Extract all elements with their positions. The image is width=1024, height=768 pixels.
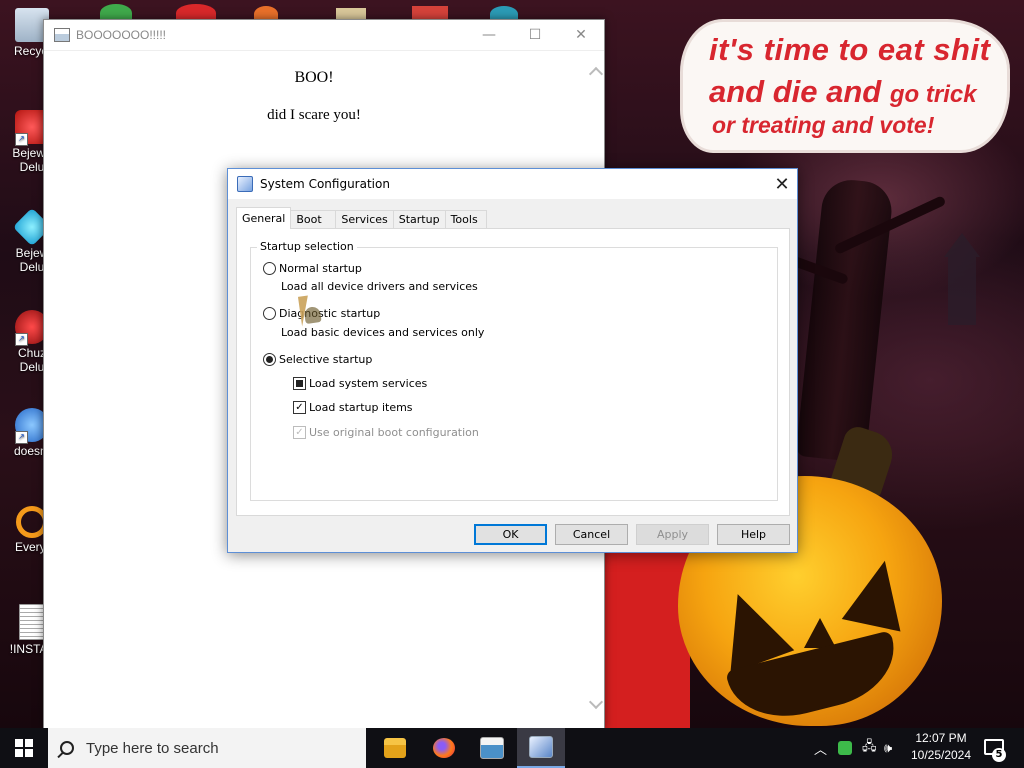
group-label: Startup selection bbox=[257, 240, 357, 253]
tab-startup[interactable]: Startup bbox=[392, 210, 446, 230]
taskbar-clock[interactable]: 12:07 PM 10/25/2024 bbox=[906, 730, 976, 764]
checkbox-disabled[interactable]: ✓ bbox=[293, 426, 306, 439]
use-original-boot-config-checkbox[interactable]: ✓ Use original boot configuration bbox=[293, 426, 479, 439]
html-app-icon bbox=[54, 28, 70, 42]
ok-button[interactable]: OK bbox=[474, 524, 547, 545]
file-explorer-icon bbox=[384, 738, 406, 758]
radio-button-selected[interactable] bbox=[263, 353, 276, 366]
radio-label: Normal startup bbox=[279, 262, 362, 275]
cancel-button[interactable]: Cancel bbox=[555, 524, 628, 545]
checkbox-label: Use original boot configuration bbox=[309, 426, 479, 439]
firefox-icon bbox=[433, 738, 455, 758]
dialog-close-button[interactable]: ✕ bbox=[767, 169, 797, 199]
notification-count: 5 bbox=[992, 748, 1006, 762]
taskbar-search-box[interactable]: Type here to search bbox=[48, 728, 366, 768]
notification-center-button[interactable]: 5 bbox=[982, 736, 1006, 762]
windows-logo-icon bbox=[15, 739, 33, 757]
dialog-title-bar[interactable]: System Configuration ✕ bbox=[228, 169, 797, 199]
boo-title-bar[interactable]: BOOOOOOO!!!!! — ☐ ✕ bbox=[44, 20, 604, 51]
document-icon bbox=[19, 604, 45, 640]
tab-tools[interactable]: Tools bbox=[444, 210, 487, 230]
shortcut-arrow-icon: ↗ bbox=[15, 431, 28, 444]
checkbox-checked[interactable]: ✓ bbox=[293, 401, 306, 414]
scroll-up-arrow-icon[interactable] bbox=[588, 66, 604, 82]
system-configuration-icon bbox=[529, 736, 553, 758]
system-configuration-dialog[interactable]: System Configuration ✕ General Boot Serv… bbox=[227, 168, 798, 553]
taskbar-firefox[interactable] bbox=[420, 728, 468, 768]
minimize-button[interactable]: — bbox=[466, 20, 512, 50]
notepad-icon bbox=[480, 737, 504, 759]
bubble-line-3: or treating and vote! bbox=[712, 112, 935, 138]
load-startup-items-checkbox[interactable]: ✓ Load startup items bbox=[293, 401, 413, 414]
boo-heading: BOO! bbox=[294, 69, 334, 86]
normal-startup-desc: Load all device drivers and services bbox=[281, 280, 478, 293]
shortcut-arrow-icon: ↗ bbox=[15, 133, 28, 146]
help-button[interactable]: Help bbox=[717, 524, 790, 545]
radio-button[interactable] bbox=[263, 307, 276, 320]
taskbar-file-explorer[interactable] bbox=[371, 728, 419, 768]
checkbox-label: Load system services bbox=[309, 377, 428, 390]
general-tab-panel: Startup selection Normal startup Load al… bbox=[236, 228, 790, 516]
checkbox[interactable] bbox=[293, 377, 306, 390]
boo-window-title: BOOOOOOO!!!!! bbox=[76, 28, 167, 42]
speech-bubble: it's time to eat shit and die and go tri… bbox=[683, 22, 1007, 150]
bubble-line-1: it's time to eat shit bbox=[709, 32, 991, 67]
pumpkin-nose bbox=[804, 618, 836, 648]
clock-time: 12:07 PM bbox=[915, 731, 967, 745]
tray-app-icon[interactable] bbox=[838, 728, 852, 768]
castle-tower bbox=[944, 233, 980, 325]
show-hidden-icons-button[interactable]: ︿ bbox=[814, 728, 827, 768]
tray-network[interactable]: 🖧 bbox=[862, 728, 877, 768]
bubble-line-2-small: go trick bbox=[889, 81, 977, 108]
shortcut-arrow-icon: ↗ bbox=[15, 333, 28, 346]
spooky-tree bbox=[795, 177, 895, 463]
start-button[interactable] bbox=[0, 728, 48, 768]
apply-button[interactable]: Apply bbox=[636, 524, 709, 545]
bubble-line-2-big: and die and bbox=[709, 74, 882, 109]
checkbox-label: Load startup items bbox=[309, 401, 413, 414]
volume-icon: 🕪 bbox=[884, 740, 893, 755]
maximize-button[interactable]: ☐ bbox=[512, 20, 558, 50]
search-icon bbox=[60, 741, 74, 755]
diagnostic-startup-radio[interactable]: Diagnostic startup bbox=[263, 307, 380, 320]
tab-services[interactable]: Services bbox=[335, 210, 394, 230]
load-system-services-checkbox[interactable]: Load system services bbox=[293, 377, 427, 390]
selective-startup-radio[interactable]: Selective startup bbox=[263, 353, 372, 366]
red-panel bbox=[604, 550, 690, 728]
dialog-title: System Configuration bbox=[260, 177, 390, 191]
radio-label: Diagnostic startup bbox=[279, 307, 381, 320]
taskbar-notepad[interactable] bbox=[468, 728, 516, 768]
scroll-down-arrow-icon[interactable] bbox=[588, 694, 604, 710]
tray-volume[interactable]: 🕪 bbox=[884, 728, 892, 768]
chevron-up-icon: ︿ bbox=[814, 741, 828, 757]
taskbar-system-configuration[interactable] bbox=[517, 728, 565, 768]
radio-button[interactable] bbox=[263, 262, 276, 275]
radio-label: Selective startup bbox=[279, 353, 373, 366]
green-app-icon bbox=[838, 741, 852, 755]
normal-startup-radio[interactable]: Normal startup bbox=[263, 262, 362, 275]
tab-boot[interactable]: Boot bbox=[290, 210, 337, 230]
tab-strip: General Boot Services Startup Tools bbox=[236, 207, 487, 230]
msconfig-icon bbox=[237, 176, 253, 192]
boo-text: did I scare you! bbox=[267, 107, 361, 123]
tab-general[interactable]: General bbox=[236, 207, 292, 229]
network-icon: 🖧 bbox=[862, 738, 877, 753]
close-button[interactable]: ✕ bbox=[558, 20, 604, 50]
bubble-line-2: and die and go trick bbox=[709, 74, 977, 110]
search-placeholder: Type here to search bbox=[86, 739, 219, 757]
clock-date: 10/25/2024 bbox=[910, 748, 972, 762]
diagnostic-startup-desc: Load basic devices and services only bbox=[281, 326, 485, 339]
startup-selection-group: Startup selection Normal startup Load al… bbox=[250, 240, 778, 501]
